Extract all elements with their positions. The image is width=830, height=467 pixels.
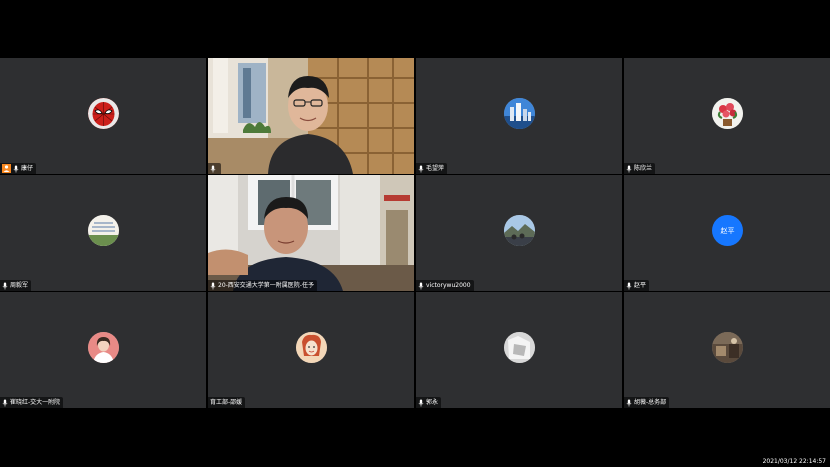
participant-name: 毛望萍 — [426, 165, 445, 172]
nameplate: 赵平 — [624, 280, 650, 291]
nameplate: 崔晓红-交大一附院 — [0, 397, 64, 408]
participant-tile[interactable]: 陈欣兰 — [624, 58, 830, 174]
landscape-avatar-icon — [504, 215, 535, 246]
nameplate: 郭永 — [416, 397, 442, 408]
participant-name: 康仔 — [21, 165, 34, 172]
participant-name: victorywu2000 — [426, 282, 471, 289]
participant-name: 周毅军 — [10, 282, 29, 289]
participant-tile[interactable]: 周毅军 — [0, 175, 206, 291]
nameplate: 毛望萍 — [416, 163, 448, 174]
nameplate: 胡薇-总务部 — [624, 397, 670, 408]
spiderman-avatar-icon — [88, 98, 119, 129]
flower-avatar-icon — [712, 98, 743, 129]
initials-avatar-icon: 赵平 — [712, 215, 743, 246]
microphone-icon — [2, 399, 8, 406]
participant-video — [208, 175, 414, 291]
participant-tile[interactable]: 胡薇-总务部 — [624, 292, 830, 408]
cartoon-avatar-icon — [296, 332, 327, 363]
participant-name: 赵平 — [634, 282, 647, 289]
nameplate — [208, 163, 221, 174]
avatar-initials: 赵平 — [720, 226, 735, 235]
room-avatar-icon — [712, 332, 743, 363]
microphone-icon — [418, 399, 424, 406]
participant-name: 陈欣兰 — [634, 165, 653, 172]
participant-video-tile[interactable]: 20-西安交通大学第一附属医院-任予 — [208, 175, 414, 291]
text-avatar-icon — [88, 215, 119, 246]
participant-name: 郭永 — [426, 399, 439, 406]
participant-video — [208, 58, 414, 174]
participant-name: 胡薇-总务部 — [634, 399, 667, 406]
participant-name: 崔晓红-交大一附院 — [10, 399, 61, 406]
participant-grid: 康仔 毛望萍 陈欣兰 周毅军 20-西安交通大学第一附属医院-任予 victor… — [0, 58, 830, 408]
nameplate: 周毅军 — [0, 280, 32, 291]
gray-photo-avatar-icon — [504, 332, 535, 363]
city-avatar-icon — [504, 98, 535, 129]
participant-video-tile[interactable] — [208, 58, 414, 174]
host-icon — [2, 164, 11, 173]
microphone-icon — [626, 165, 632, 172]
participant-name: 育工部-邵媛 — [210, 399, 243, 406]
microphone-icon — [626, 282, 632, 289]
microphone-icon — [2, 282, 8, 289]
participant-tile[interactable]: 崔晓红-交大一附院 — [0, 292, 206, 408]
recording-timestamp: 2021/03/12 22:14:57 — [762, 458, 826, 465]
participant-tile[interactable]: 毛望萍 — [416, 58, 622, 174]
nameplate: 育工部-邵媛 — [208, 397, 246, 408]
participant-name: 20-西安交通大学第一附属医院-任予 — [218, 282, 314, 289]
participant-tile[interactable]: 康仔 — [0, 58, 206, 174]
nameplate: victorywu2000 — [416, 280, 474, 291]
nameplate: 20-西安交通大学第一附属医院-任予 — [208, 280, 317, 291]
microphone-icon — [418, 282, 424, 289]
nameplate: 康仔 — [0, 163, 37, 174]
participant-tile[interactable]: 赵平 赵平 — [624, 175, 830, 291]
microphone-icon — [210, 282, 216, 289]
microphone-icon — [418, 165, 424, 172]
participant-tile[interactable]: 育工部-邵媛 — [208, 292, 414, 408]
participant-tile[interactable]: 郭永 — [416, 292, 622, 408]
participant-tile[interactable]: victorywu2000 — [416, 175, 622, 291]
microphone-icon — [13, 165, 19, 172]
nameplate: 陈欣兰 — [624, 163, 656, 174]
woman-avatar-icon — [88, 332, 119, 363]
microphone-icon — [210, 165, 216, 172]
microphone-icon — [626, 399, 632, 406]
